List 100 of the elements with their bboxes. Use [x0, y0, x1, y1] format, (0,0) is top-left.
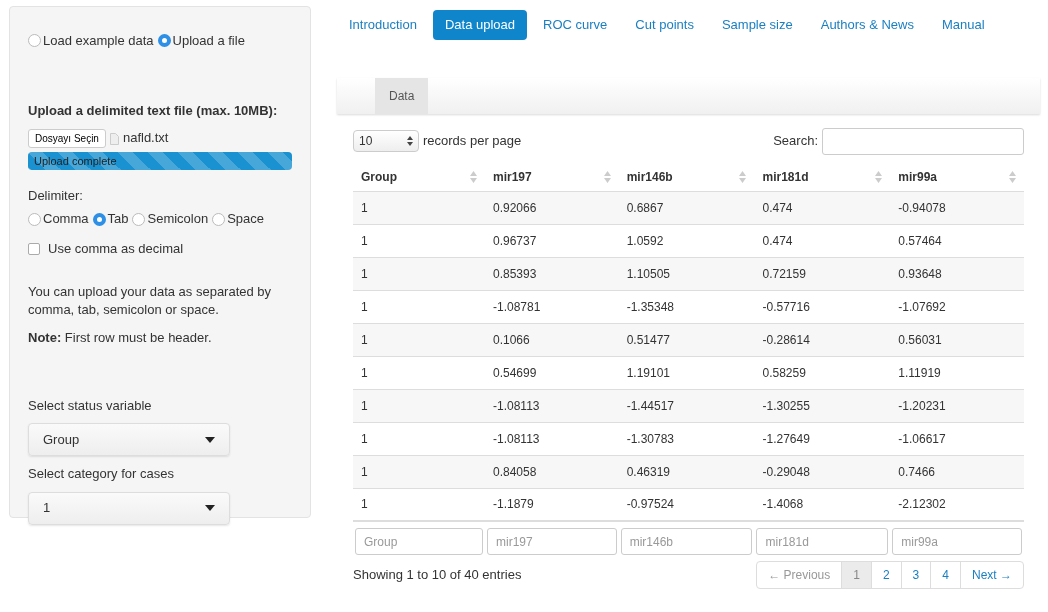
nav-tab[interactable]: Data upload	[432, 10, 528, 40]
table-cell: -1.1879	[493, 497, 534, 512]
nav-tab[interactable]: Sample size	[709, 10, 805, 40]
table-cell: 1	[361, 497, 368, 512]
table-cell: 1	[361, 266, 368, 281]
file-name: nafld.txt	[122, 129, 169, 148]
sort-icon	[470, 170, 477, 183]
table-cell: 1	[361, 332, 368, 347]
table-cell: 1.0592	[626, 233, 664, 248]
table-cell: -1.35348	[626, 299, 675, 314]
records-per-page-select[interactable]: 10	[353, 130, 419, 152]
table-cell: 0.46319	[626, 464, 671, 479]
nav-tab[interactable]: Cut points	[623, 10, 706, 40]
checkbox[interactable]: Use comma as decimal	[28, 239, 292, 259]
status-select[interactable]: Group	[28, 423, 230, 457]
table-cell: -1.30255	[762, 398, 810, 413]
table-cell: 1	[361, 464, 368, 479]
status-label: Select status variable	[28, 396, 153, 415]
filter-field[interactable]: mir99a	[892, 528, 1022, 555]
radio-option[interactable]: Space	[212, 209, 265, 229]
table-cell: -0.57716	[762, 299, 810, 314]
table-cell: 1	[361, 299, 368, 314]
choose-file-button[interactable]: Dosyayı Seçin	[28, 128, 106, 148]
table-cell: 1	[361, 365, 368, 380]
records-per-page-label: records per page	[423, 132, 522, 151]
caret-icon	[205, 436, 215, 443]
category-label: Select category for cases	[28, 465, 175, 484]
table-cell: 0.474	[762, 233, 793, 248]
progress-bar: Upload complete	[28, 151, 292, 170]
table-cell: -1.08113	[493, 398, 540, 413]
page-link[interactable]: 2	[870, 562, 901, 588]
nav-tab[interactable]: Manual	[929, 10, 997, 40]
column-header[interactable]: mir181d	[762, 167, 809, 186]
table-cell: 1.11919	[898, 365, 941, 380]
page-link[interactable]: 4	[930, 562, 960, 588]
table-cell: -0.94078	[898, 200, 946, 215]
sort-icon	[875, 170, 883, 183]
table-cell: -1.4068	[762, 497, 804, 512]
nav-tab[interactable]: Introduction	[337, 10, 429, 40]
column-header[interactable]: mir146b	[626, 167, 673, 186]
spinner-icon	[407, 136, 413, 146]
sort-icon	[739, 170, 747, 183]
column-header[interactable]: mir197	[493, 167, 532, 186]
entries-info: Showing 1 to 10 of 40 entries	[353, 566, 522, 585]
upload-label: Upload a delimited text file (max. 10MB):	[28, 101, 279, 120]
table-cell: -1.06617	[898, 431, 946, 446]
sort-icon	[1009, 170, 1016, 183]
table-cell: 0.57464	[898, 233, 942, 248]
category-select[interactable]: 1	[28, 491, 230, 525]
table-cell: 0.6867	[626, 200, 664, 215]
filter-field[interactable]: mir197	[487, 528, 617, 555]
caret-icon	[205, 505, 215, 512]
filter-field[interactable]: mir181d	[756, 528, 889, 555]
radio-option[interactable]: Comma	[28, 209, 89, 229]
table-cell: 0.474	[762, 200, 793, 215]
table-cell: 1	[361, 233, 368, 248]
page-link[interactable]: 3	[900, 562, 931, 588]
table-cell: -1.20231	[898, 398, 946, 413]
radio-option[interactable]: Tab	[92, 209, 129, 229]
table-cell: -1.08781	[493, 299, 541, 314]
table-cell: 1	[361, 200, 368, 215]
table-cell: 0.85393	[493, 266, 537, 281]
table-cell: 1	[361, 398, 368, 413]
search-label: Search:	[773, 132, 818, 151]
column-header[interactable]: mir99a	[898, 167, 937, 186]
table-cell: 0.96737	[493, 233, 537, 248]
help-text: You can upload your data as separated by comma, tab, semicolon or space.	[28, 282, 273, 320]
note-text: Note: First row must be header.	[28, 329, 213, 348]
table-cell: 0.54699	[493, 365, 537, 380]
table-cell: -1.44517	[626, 398, 675, 413]
table-cell: -2.12302	[898, 497, 946, 512]
page-link[interactable]: Next →	[960, 562, 1023, 588]
table-cell: 0.72159	[762, 266, 806, 281]
table-cell: -0.97524	[626, 497, 675, 512]
table-cell: -1.07692	[898, 299, 946, 314]
table-cell: -1.27649	[762, 431, 810, 446]
table-cell: 0.1066	[493, 332, 530, 347]
nav-tab[interactable]: ROC curve	[531, 10, 620, 40]
table-cell: 0.84058	[493, 464, 537, 479]
table-cell: -1.30783	[626, 431, 675, 446]
table-cell: 1	[361, 431, 368, 446]
table-cell: 1.19101	[626, 365, 671, 380]
column-header[interactable]: Group	[361, 167, 397, 186]
radio-option[interactable]: Semicolon	[132, 209, 209, 229]
data-tab[interactable]: Data	[375, 77, 429, 114]
table-cell: -0.29048	[762, 464, 810, 479]
filter-field[interactable]: mir146b	[620, 528, 753, 555]
radio-option[interactable]: Load example data	[28, 31, 154, 51]
filter-field[interactable]: Group	[355, 528, 483, 555]
table-cell: 0.51477	[626, 332, 671, 347]
table-cell: 0.7466	[898, 464, 935, 479]
sort-icon	[603, 170, 611, 183]
radio-option[interactable]: Upload a file	[157, 31, 245, 51]
search-field[interactable]	[822, 127, 1024, 155]
table-cell: -1.08113	[493, 431, 540, 446]
table-cell: 0.58259	[762, 365, 806, 380]
table-cell: 0.56031	[898, 332, 942, 347]
delimiter-label: Delimiter:	[28, 186, 84, 205]
table-cell: 0.93648	[898, 266, 942, 281]
nav-tab[interactable]: Authors & News	[808, 10, 926, 40]
